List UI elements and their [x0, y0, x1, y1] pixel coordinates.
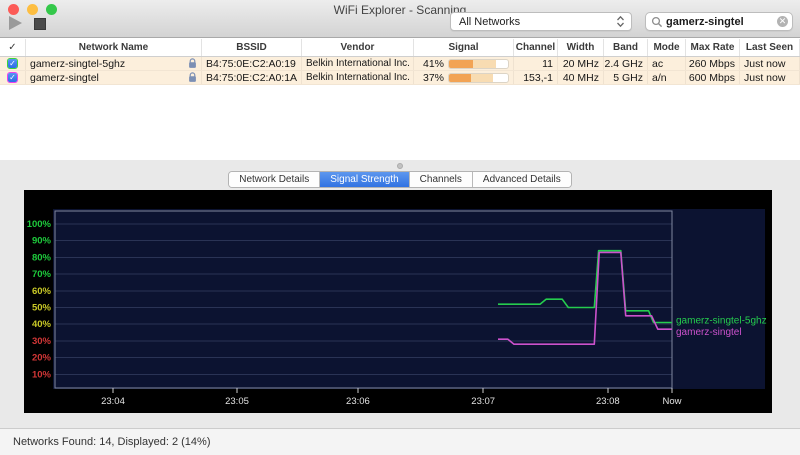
status-bar: Networks Found: 14, Displayed: 2 (14%): [0, 428, 800, 455]
bssid-value: B4:75:0E:C2:A0:1A: [206, 71, 297, 84]
channel-value: 153,-1: [523, 71, 553, 84]
tab-channels[interactable]: Channels: [410, 172, 473, 187]
splitter-handle-icon[interactable]: [397, 163, 403, 169]
column-header-width[interactable]: Width: [558, 39, 604, 56]
network-filter-value: All Networks: [459, 16, 616, 28]
x-axis-label: Now: [662, 396, 681, 407]
y-axis-label: 10%: [32, 369, 52, 380]
app-window: WiFi Explorer - Scanning All Networks ✕ …: [0, 0, 800, 455]
search-field[interactable]: ✕: [645, 12, 793, 31]
lock-icon: [188, 58, 197, 69]
scan-stop-button[interactable]: [34, 18, 46, 30]
x-axis-label: 23:07: [471, 396, 495, 407]
table-row[interactable]: ✓ gamerz-singtel-5ghz B4:75:0E:C2:A0:19 Bel…: [0, 57, 800, 71]
max-rate-value: 600 Mbps: [689, 71, 735, 84]
last-seen-value: Just now: [744, 71, 785, 84]
width-value: 40 MHz: [563, 71, 599, 84]
signal-percent: 37%: [418, 71, 444, 84]
tab-signal-strength[interactable]: Signal Strength: [320, 172, 409, 187]
y-axis-label: 20%: [32, 353, 52, 364]
y-axis-label: 30%: [32, 336, 52, 347]
x-axis-label: 23:04: [101, 396, 125, 407]
y-axis-label: 40%: [32, 319, 52, 330]
search-icon: [651, 16, 663, 28]
column-header-bssid[interactable]: BSSID: [202, 39, 302, 56]
status-text: Networks Found: 14, Displayed: 2 (14%): [13, 436, 210, 448]
y-axis-label: 90%: [32, 236, 52, 247]
last-seen-value: Just now: [744, 57, 785, 70]
table-body: ✓ gamerz-singtel-5ghz B4:75:0E:C2:A0:19 Bel…: [0, 57, 800, 85]
bssid-value: B4:75:0E:C2:A0:19: [206, 57, 296, 70]
column-header--[interactable]: ✓: [0, 39, 26, 56]
x-axis-label: 23:08: [596, 396, 620, 407]
series-label: gamerz-singtel: [676, 327, 742, 338]
y-axis-label: 80%: [32, 252, 52, 263]
clear-search-icon[interactable]: ✕: [777, 16, 788, 27]
chart-svg: 10% 20% 30% 40% 50% 60% 70% 80% 90% 100% 23:04 23:0…: [24, 190, 772, 413]
y-axis-label: 60%: [32, 286, 52, 297]
column-header-max-rate[interactable]: Max Rate: [686, 39, 740, 56]
dropdown-stepper-icon: [616, 15, 625, 28]
mode-value: a/n: [652, 71, 667, 84]
signal-bar: [448, 73, 509, 83]
column-header-signal[interactable]: Signal: [414, 39, 514, 56]
network-name: gamerz-singtel: [30, 71, 188, 84]
network-filter-dropdown[interactable]: All Networks: [450, 12, 632, 31]
search-input[interactable]: [666, 16, 777, 28]
column-header-network-name[interactable]: Network Name: [26, 39, 202, 56]
details-tabs: Network DetailsSignal StrengthChannelsAd…: [0, 171, 800, 188]
column-header-mode[interactable]: Mode: [648, 39, 686, 56]
signal-strength-chart: 10% 20% 30% 40% 50% 60% 70% 80% 90% 100% 23:04 23:0…: [24, 190, 772, 413]
y-axis-label: 100%: [27, 219, 52, 230]
network-checkbox[interactable]: ✓: [7, 58, 18, 69]
network-name: gamerz-singtel-5ghz: [30, 57, 188, 70]
network-checkbox[interactable]: ✓: [7, 72, 18, 83]
x-axis-label: 23:05: [225, 396, 249, 407]
tab-network-details[interactable]: Network Details: [229, 172, 320, 187]
band-value: 2.4 GHz: [604, 57, 643, 70]
checkmark-icon: ✓: [8, 59, 17, 68]
band-value: 5 GHz: [613, 71, 643, 84]
signal-percent: 41%: [418, 57, 444, 70]
lock-icon: [188, 72, 197, 83]
max-rate-value: 260 Mbps: [689, 57, 735, 70]
width-value: 20 MHz: [563, 57, 599, 70]
networks-table: ✓Network NameBSSIDVendorSignalChannelWid…: [0, 39, 800, 160]
titlebar: WiFi Explorer - Scanning All Networks ✕: [0, 0, 800, 38]
signal-bar: [448, 59, 509, 69]
vendor-value: Belkin International Inc.: [306, 71, 410, 84]
mode-value: ac: [652, 57, 663, 70]
series-label: gamerz-singtel-5ghz: [676, 316, 767, 327]
tab-segmented-control: Network DetailsSignal StrengthChannelsAd…: [228, 171, 572, 188]
checkmark-icon: ✓: [8, 73, 17, 82]
x-axis-label: 23:06: [346, 396, 370, 407]
column-header-last-seen[interactable]: Last Seen: [740, 39, 800, 56]
table-header-row: ✓Network NameBSSIDVendorSignalChannelWid…: [0, 39, 800, 57]
column-header-band[interactable]: Band: [604, 39, 648, 56]
column-header-channel[interactable]: Channel: [514, 39, 558, 56]
details-pane: Network DetailsSignal StrengthChannelsAd…: [0, 160, 800, 455]
y-axis-label: 70%: [32, 269, 52, 280]
channel-value: 11: [542, 57, 553, 70]
tab-advanced-details[interactable]: Advanced Details: [473, 172, 571, 187]
table-row[interactable]: ✓ gamerz-singtel B4:75:0E:C2:A0:1A Belkin I…: [0, 71, 800, 85]
column-header-vendor[interactable]: Vendor: [302, 39, 414, 56]
vendor-value: Belkin International Inc.: [306, 57, 410, 70]
y-axis-label: 50%: [32, 303, 52, 314]
scan-play-button[interactable]: [9, 16, 22, 30]
